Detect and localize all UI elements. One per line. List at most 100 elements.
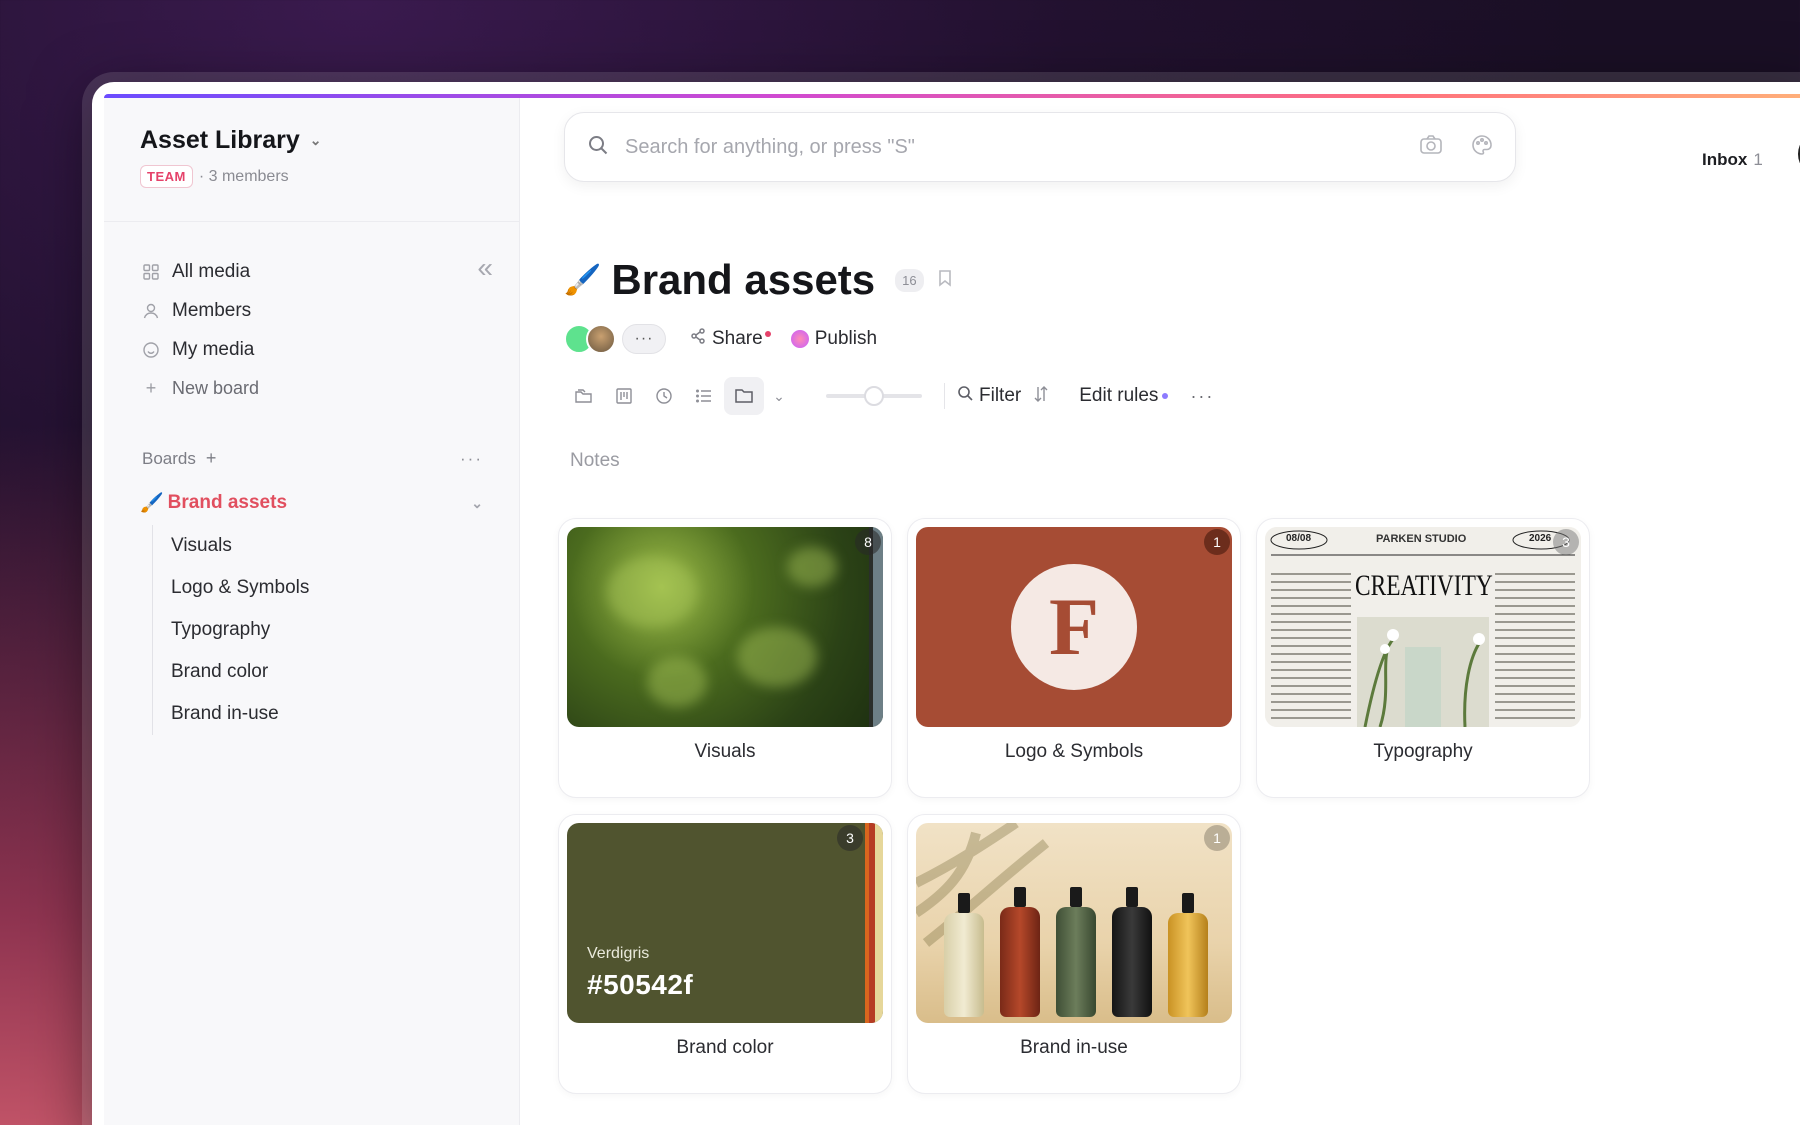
publish-label: Publish xyxy=(814,328,878,349)
count-badge: 8 xyxy=(855,529,881,555)
logo-mark: F xyxy=(1011,564,1137,690)
sort-icon[interactable] xyxy=(1033,385,1049,408)
count-badge: 1 xyxy=(1204,529,1230,555)
folders-view-icon[interactable] xyxy=(564,377,604,415)
typography-thumbnail: 08/08 PARKEN STUDIO 2026 CREATIVITY xyxy=(1265,527,1581,727)
workspace-header: Asset Library ⌄ TEAM · 3 members xyxy=(104,98,519,222)
inbox-label: Inbox xyxy=(1702,150,1748,169)
logo-thumbnail: F xyxy=(916,527,1232,727)
sub-board-item[interactable]: Visuals xyxy=(171,525,519,567)
card-brand-in-use[interactable]: 1 Brand in-use xyxy=(907,814,1241,1094)
publish-button[interactable]: Publish xyxy=(790,328,878,350)
count-badge: 3 xyxy=(837,825,863,851)
sidebar: Asset Library ⌄ TEAM · 3 members « All m… xyxy=(104,98,520,1125)
bottle xyxy=(1168,913,1208,1017)
sidebar-nav: « All media Members My media + New board xyxy=(104,222,519,408)
view-toolbar: ⌄ Filter Edit rules ··· xyxy=(564,376,1214,416)
sidebar-item-all-media[interactable]: All media xyxy=(142,252,495,291)
edit-rules-label: Edit rules xyxy=(1079,385,1159,406)
preview-headline: CREATIVITY xyxy=(1355,569,1493,602)
notification-dot xyxy=(1162,393,1169,399)
bottle xyxy=(944,913,984,1017)
sidebar-item-label: All media xyxy=(172,260,251,282)
card-label: Brand color xyxy=(676,1037,774,1058)
new-board-label: New board xyxy=(172,378,260,398)
sub-board-item[interactable]: Typography xyxy=(171,609,519,651)
sub-board-item[interactable]: Brand in-use xyxy=(171,693,519,735)
search-input[interactable]: Search for anything, or press "S" xyxy=(625,136,1391,159)
sub-board-list: Visuals Logo & Symbols Typography Brand … xyxy=(152,525,519,735)
folder-view-icon[interactable] xyxy=(724,377,764,415)
sub-board-item[interactable]: Brand color xyxy=(171,651,519,693)
sidebar-item-label: My media xyxy=(172,338,255,360)
camera-icon[interactable] xyxy=(1419,134,1443,161)
members-count: · 3 members xyxy=(198,167,289,185)
workspace-switcher[interactable]: Asset Library ⌄ xyxy=(140,126,483,155)
inbox-count: 1 xyxy=(1753,150,1763,169)
avatar[interactable] xyxy=(586,324,616,354)
sidebar-item-my-media[interactable]: My media xyxy=(142,330,495,369)
edit-rules-button[interactable]: Edit rules xyxy=(1079,385,1169,407)
add-board-icon[interactable]: + xyxy=(206,448,217,469)
card-visuals[interactable]: 8 Visuals xyxy=(558,518,892,798)
slider-handle[interactable] xyxy=(864,386,884,406)
sidebar-item-label: Members xyxy=(172,299,252,321)
sidebar-board-brand-assets[interactable]: 🖌️ Brand assets ⌄ xyxy=(104,491,519,515)
workspace-meta: TEAM · 3 members xyxy=(140,165,483,188)
sidebar-item-members[interactable]: Members xyxy=(142,291,495,330)
product-photo-thumbnail xyxy=(916,823,1232,1023)
boards-more-icon[interactable]: ··· xyxy=(460,449,483,469)
board-header: 🖌️ Brand assets 16 xyxy=(564,256,952,304)
preview-year: 2026 xyxy=(1529,533,1552,544)
collapse-sidebar-icon[interactable]: « xyxy=(477,252,493,284)
count-badge: 3 xyxy=(1553,529,1579,555)
notes-field[interactable]: Notes xyxy=(570,450,620,472)
filter-label: Filter xyxy=(979,385,1022,406)
clock-icon[interactable] xyxy=(644,377,684,415)
more-options-icon[interactable]: ··· xyxy=(1190,386,1214,407)
share-button[interactable]: Share xyxy=(690,328,771,350)
notification-dot xyxy=(764,331,771,337)
main-content: Search for anything, or press "S" Inbox 1… xyxy=(520,98,1800,1125)
new-board-button[interactable]: + New board xyxy=(142,369,495,408)
board-view-icon[interactable] xyxy=(604,377,644,415)
search-icon xyxy=(957,385,973,407)
zoom-slider[interactable] xyxy=(826,386,922,406)
card-label: Brand in-use xyxy=(1020,1037,1128,1058)
app-window: Asset Library ⌄ TEAM · 3 members « All m… xyxy=(92,82,1800,1125)
chevron-down-icon: ⌄ xyxy=(309,132,322,148)
bottle xyxy=(1112,907,1152,1017)
preview-date: 08/08 xyxy=(1286,533,1312,544)
more-members-button[interactable]: ··· xyxy=(622,324,666,354)
card-typography[interactable]: 08/08 PARKEN STUDIO 2026 CREATIVITY 3 Ty… xyxy=(1256,518,1590,798)
sub-board-item[interactable]: Logo & Symbols xyxy=(171,567,519,609)
preview-studio: PARKEN STUDIO xyxy=(1376,533,1467,545)
card-label: Visuals xyxy=(694,741,756,762)
bottle xyxy=(1056,907,1096,1017)
filter-button[interactable]: Filter xyxy=(957,385,1021,407)
card-logo-symbols[interactable]: F 1 Logo & Symbols xyxy=(907,518,1241,798)
smile-icon xyxy=(142,341,160,359)
page-title: Brand assets xyxy=(611,256,876,303)
bottle xyxy=(1000,907,1040,1017)
list-view-icon[interactable] xyxy=(684,377,724,415)
board-actions: ··· Share Publish xyxy=(564,324,877,354)
plus-icon: + xyxy=(145,378,157,398)
boards-section-header: Boards + ··· xyxy=(104,448,519,469)
palette-icon[interactable] xyxy=(1471,134,1493,161)
color-swatch-thumbnail: Verdigris #50542f xyxy=(567,823,883,1023)
bookmark-icon[interactable] xyxy=(938,269,952,292)
search-bar[interactable]: Search for anything, or press "S" xyxy=(564,112,1516,182)
toolbar-divider xyxy=(944,383,945,409)
boards-heading: Boards xyxy=(142,448,196,468)
board-label: Brand assets xyxy=(167,492,288,513)
card-brand-color[interactable]: Verdigris #50542f 3 Brand color xyxy=(558,814,892,1094)
count-badge: 1 xyxy=(1204,825,1230,851)
workspace-title: Asset Library xyxy=(140,126,300,154)
chevron-down-icon[interactable]: ⌄ xyxy=(471,495,483,512)
paintbrush-icon: 🖌️ xyxy=(140,493,164,514)
inbox-button[interactable]: Inbox 1 xyxy=(1702,150,1763,170)
globe-icon xyxy=(790,330,809,348)
item-count-badge: 16 xyxy=(895,268,924,292)
chevron-down-icon[interactable]: ⌄ xyxy=(764,377,794,415)
